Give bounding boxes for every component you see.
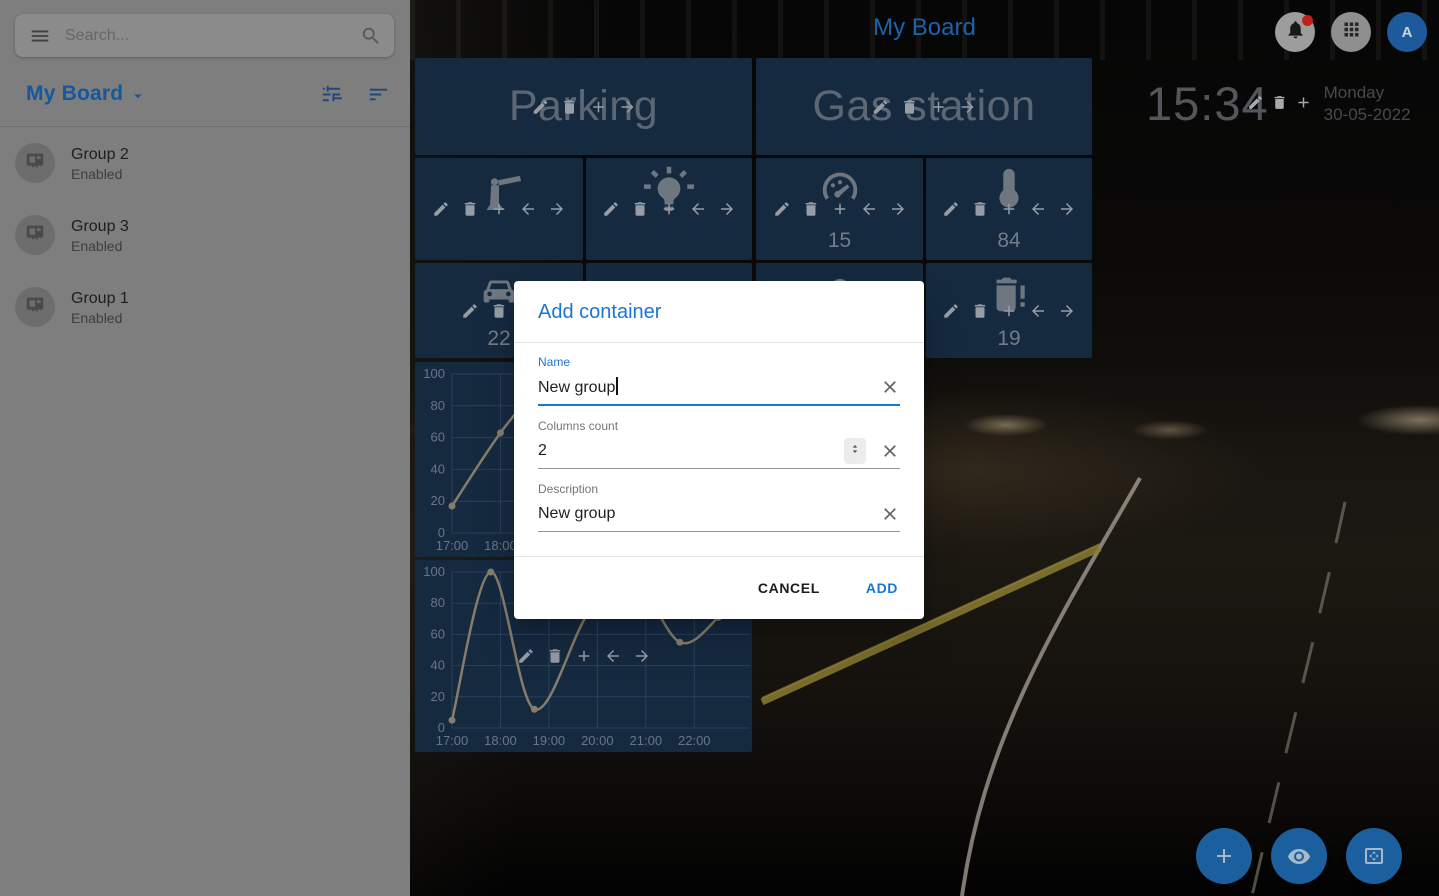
- columns-count-input[interactable]: 2: [538, 442, 844, 460]
- text-cursor: [616, 377, 618, 395]
- clear-icon[interactable]: [880, 377, 900, 397]
- add-button[interactable]: ADD: [856, 571, 908, 605]
- name-underline: [538, 404, 900, 406]
- stepper-arrows-icon: [847, 441, 863, 462]
- name-input-text: New group: [538, 379, 615, 396]
- dialog-actions: CANCEL ADD: [514, 556, 924, 619]
- clear-icon[interactable]: [880, 441, 900, 461]
- columns-count-label: Columns count: [538, 419, 900, 433]
- name-field: Name New group: [538, 355, 900, 406]
- columns-underline: [538, 468, 900, 469]
- name-input[interactable]: New group: [538, 377, 880, 397]
- columns-count-text: 2: [538, 442, 547, 459]
- number-stepper[interactable]: [844, 438, 866, 464]
- add-container-dialog: Add container Name New group Columns cou…: [514, 281, 924, 619]
- description-underline: [538, 531, 900, 532]
- columns-count-field: Columns count 2: [538, 419, 900, 469]
- description-label: Description: [538, 482, 900, 496]
- description-text: New group: [538, 505, 615, 522]
- cancel-button[interactable]: CANCEL: [748, 571, 830, 605]
- name-field-label: Name: [538, 355, 900, 369]
- app-window: My Board A 15:34 Monday 30-05-2022 Parki…: [0, 0, 1439, 896]
- clear-icon[interactable]: [880, 504, 900, 524]
- dialog-title: Add container: [514, 281, 924, 342]
- description-field: Description New group: [538, 482, 900, 532]
- description-input[interactable]: New group: [538, 505, 880, 523]
